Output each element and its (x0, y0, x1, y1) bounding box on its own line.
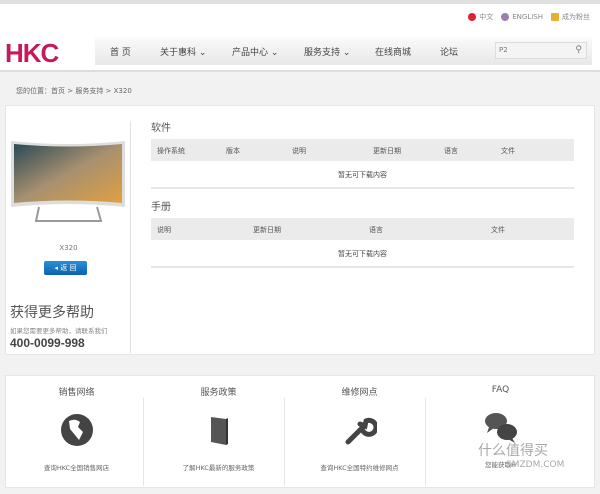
wrench-icon (345, 417, 378, 445)
language-links: 中文 ENGLISH 成为粉丝 (468, 12, 590, 22)
software-section: 软件 操作系统 版本 说明 更新日期 语言 文件 暂无可下载内容 (151, 119, 574, 189)
col-os: 操作系统 (157, 147, 185, 155)
chat-bubbles-icon (484, 413, 517, 443)
nav-about[interactable]: 关于惠科 ⌄ (160, 45, 206, 58)
globe-icon (501, 13, 510, 21)
download-panel: X320 ◂ 返 回 获得更多帮助 如果您需要更多帮助，请联系我们 400-00… (5, 105, 595, 355)
manual-section: 手册 说明 更新日期 语言 文件 暂无可下载内容 (151, 198, 574, 268)
manual-empty: 暂无可下载内容 (151, 240, 574, 268)
service-desc: 了解HKC最新的服务政策 (182, 464, 255, 472)
service-desc: 查询HKC全国特约维修网点 (320, 464, 399, 472)
china-flag-icon (468, 13, 477, 21)
monitor-image (11, 141, 125, 222)
col-file: 文件 (491, 226, 505, 234)
divider (284, 398, 285, 486)
help-subtitle: 如果您需要更多帮助，请联系我们 (10, 327, 108, 335)
watermark-cn: 什么值得买 (478, 443, 548, 459)
col-language: 语言 (369, 226, 383, 234)
nav-shop[interactable]: 在线商城 (375, 45, 411, 58)
nav-forum[interactable]: 论坛 (440, 45, 458, 58)
divider (425, 398, 426, 486)
software-title: 软件 (151, 123, 171, 134)
book-icon (210, 417, 228, 445)
software-empty: 暂无可下载内容 (151, 161, 574, 189)
search-input[interactable]: P2 ⚲ (495, 42, 587, 59)
service-title: 服务政策 (200, 388, 237, 398)
service-repair-points[interactable]: 维修网点 查询HKC全国特约维修网点 (289, 376, 430, 489)
product-model: X320 (59, 244, 78, 252)
manual-title: 手册 (151, 202, 171, 213)
col-date: 更新日期 (373, 147, 401, 155)
service-desc: 查询HKC全国销售网店 (43, 464, 110, 472)
software-table-header: 操作系统 版本 说明 更新日期 语言 文件 (151, 139, 574, 161)
service-sales-network[interactable]: 销售网络 查询HKC全国销售网店 (6, 376, 147, 489)
help-title: 获得更多帮助 (10, 305, 94, 321)
nav-service[interactable]: 服务支持 ⌄ (304, 45, 350, 58)
service-title: 维修网点 (341, 388, 378, 398)
hotline-number: 400-0099-998 (10, 336, 85, 350)
col-file: 文件 (501, 147, 515, 155)
search-value: P2 (499, 46, 508, 54)
lang-english[interactable]: ENGLISH (501, 12, 543, 22)
back-button[interactable]: ◂ 返 回 (44, 261, 87, 275)
divider (143, 398, 144, 486)
product-sidebar: X320 ◂ 返 回 获得更多帮助 如果您需要更多帮助，请联系我们 400-00… (6, 106, 131, 356)
col-language: 语言 (444, 147, 458, 155)
globe-icon (60, 414, 93, 446)
manual-table-header: 说明 更新日期 语言 文件 (151, 218, 574, 240)
smzdm-watermark: 什么值得买 SMZDM.COM (478, 440, 564, 470)
service-faq[interactable]: FAQ 您能获取H (430, 376, 571, 489)
col-desc: 说明 (157, 226, 171, 234)
lang-chinese[interactable]: 中文 (468, 12, 493, 22)
home-icon (551, 13, 559, 21)
nav-home[interactable]: 首 页 (110, 45, 131, 58)
main-nav: 首 页 关于惠科 ⌄ 产品中心 ⌄ 服务支持 ⌄ 在线商城 论坛 P2 ⚲ (95, 37, 592, 65)
service-links: 销售网络 查询HKC全国销售网店 服务政策 了解HKC最新的服务政策 维修网点 … (5, 375, 595, 488)
search-icon[interactable]: ⚲ (575, 45, 582, 55)
col-date: 更新日期 (253, 226, 281, 234)
divider (130, 121, 131, 353)
service-title: 销售网络 (58, 388, 95, 398)
become-fan-link[interactable]: 成为粉丝 (551, 12, 590, 22)
breadcrumb: 您的位置：首页 > 服务支持 > X320 (16, 87, 132, 95)
hkc-logo[interactable]: HKC (5, 38, 59, 69)
watermark-en: SMZDM.COM (506, 460, 565, 470)
nav-products[interactable]: 产品中心 ⌄ (232, 45, 278, 58)
header: 中文 ENGLISH 成为粉丝 HKC 首 页 关于惠科 ⌄ 产品中心 ⌄ 服务… (0, 4, 600, 72)
col-desc: 说明 (292, 147, 306, 155)
service-policy[interactable]: 服务政策 了解HKC最新的服务政策 (148, 376, 289, 489)
col-version: 版本 (226, 147, 240, 155)
service-title: FAQ (491, 385, 510, 395)
